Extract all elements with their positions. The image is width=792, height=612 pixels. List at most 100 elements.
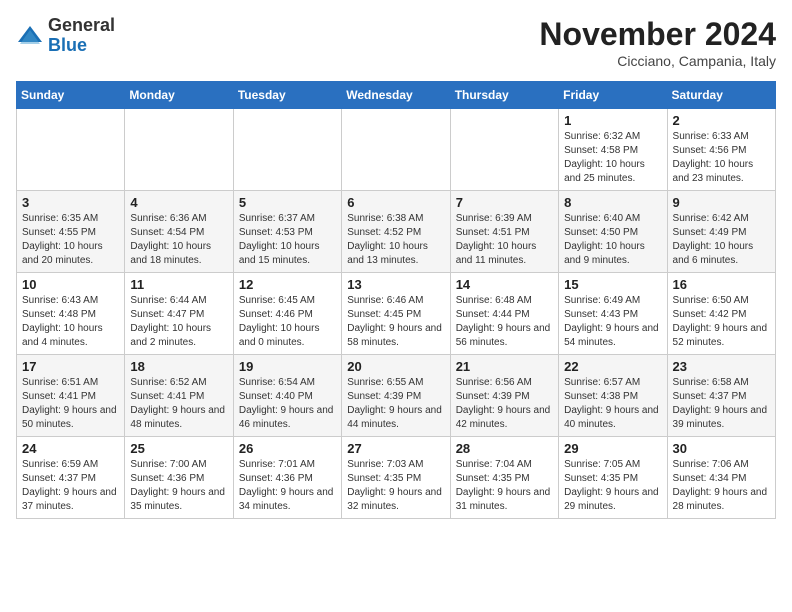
day-number: 18	[130, 359, 227, 374]
calendar-cell	[342, 109, 450, 191]
day-info: Sunrise: 6:54 AM Sunset: 4:40 PM Dayligh…	[239, 376, 336, 432]
calendar-cell: 25 Sunrise: 7:00 AM Sunset: 4:36 PM Dayli…	[125, 437, 233, 519]
day-info: Sunrise: 6:44 AM Sunset: 4:47 PM Dayligh…	[130, 294, 227, 350]
month-title: November 2024	[539, 16, 776, 53]
day-info: Sunrise: 6:58 AM Sunset: 4:37 PM Dayligh…	[673, 376, 770, 432]
calendar-cell: 26Sunrise: 7:01 AM Sunset: 4:36 PM Dayli…	[233, 437, 341, 519]
weekday-header-row: SundayMondayTuesdayWednesdayThursdayFrid…	[17, 82, 776, 109]
calendar-cell: 12 Sunrise: 6:45 AM Sunset: 4:46 PM Dayli…	[233, 273, 341, 355]
calendar-table: SundayMondayTuesdayWednesdayThursdayFrid…	[16, 81, 776, 519]
title-block: November 2024 Cicciano, Campania, Italy	[539, 16, 776, 69]
calendar-cell: 7Sunrise: 6:39 AM Sunset: 4:51 PM Daylig…	[450, 191, 558, 273]
calendar-cell: 16 Sunrise: 6:50 AM Sunset: 4:42 PM Dayli…	[667, 273, 775, 355]
day-info: Sunrise: 6:56 AM Sunset: 4:39 PM Dayligh…	[456, 376, 553, 432]
day-number: 26	[239, 441, 336, 456]
calendar-cell	[233, 109, 341, 191]
calendar-cell	[125, 109, 233, 191]
day-info: Sunrise: 6:46 AM Sunset: 4:45 PM Dayligh…	[347, 294, 444, 350]
day-number: 21	[456, 359, 553, 374]
calendar-cell: 19 Sunrise: 6:54 AM Sunset: 4:40 PM Dayli…	[233, 355, 341, 437]
calendar-week-row: 3Sunrise: 6:35 AM Sunset: 4:55 PM Daylig…	[17, 191, 776, 273]
day-number: 10	[22, 277, 119, 292]
weekday-header: Friday	[559, 82, 667, 109]
day-number: 25	[130, 441, 227, 456]
calendar-cell: 2 Sunrise: 6:33 AM Sunset: 4:56 PM Daylig…	[667, 109, 775, 191]
day-number: 22	[564, 359, 661, 374]
day-number: 27	[347, 441, 444, 456]
day-number: 28	[456, 441, 553, 456]
day-info: Sunrise: 6:55 AM Sunset: 4:39 PM Dayligh…	[347, 376, 444, 432]
day-number: 16	[673, 277, 770, 292]
calendar-cell: 5Sunrise: 6:37 AM Sunset: 4:53 PM Daylig…	[233, 191, 341, 273]
day-info: Sunrise: 6:32 AM Sunset: 4:58 PM Dayligh…	[564, 130, 661, 186]
day-info: Sunrise: 6:50 AM Sunset: 4:42 PM Dayligh…	[673, 294, 770, 350]
calendar-cell: 29 Sunrise: 7:05 AM Sunset: 4:35 PM Dayli…	[559, 437, 667, 519]
weekday-header: Saturday	[667, 82, 775, 109]
calendar-cell: 23Sunrise: 6:58 AM Sunset: 4:37 PM Dayli…	[667, 355, 775, 437]
day-info: Sunrise: 6:48 AM Sunset: 4:44 PM Dayligh…	[456, 294, 553, 350]
day-info: Sunrise: 6:33 AM Sunset: 4:56 PM Dayligh…	[673, 130, 770, 186]
calendar-week-row: 10 Sunrise: 6:43 AM Sunset: 4:48 PM Dayli…	[17, 273, 776, 355]
calendar-cell: 24Sunrise: 6:59 AM Sunset: 4:37 PM Dayli…	[17, 437, 125, 519]
day-info: Sunrise: 6:42 AM Sunset: 4:49 PM Dayligh…	[673, 212, 770, 268]
day-number: 29	[564, 441, 661, 456]
day-number: 8	[564, 195, 661, 210]
logo-general-text: General	[48, 15, 115, 35]
day-info: Sunrise: 6:43 AM Sunset: 4:48 PM Dayligh…	[22, 294, 119, 350]
day-number: 30	[673, 441, 770, 456]
calendar-cell: 13 Sunrise: 6:46 AM Sunset: 4:45 PM Dayli…	[342, 273, 450, 355]
calendar-cell: 18Sunrise: 6:52 AM Sunset: 4:41 PM Dayli…	[125, 355, 233, 437]
day-number: 5	[239, 195, 336, 210]
day-number: 17	[22, 359, 119, 374]
day-info: Sunrise: 6:39 AM Sunset: 4:51 PM Dayligh…	[456, 212, 553, 268]
weekday-header: Sunday	[17, 82, 125, 109]
day-info: Sunrise: 7:06 AM Sunset: 4:34 PM Dayligh…	[673, 458, 770, 514]
calendar-week-row: 1 Sunrise: 6:32 AM Sunset: 4:58 PM Daylig…	[17, 109, 776, 191]
calendar-cell	[450, 109, 558, 191]
calendar-cell: 20 Sunrise: 6:55 AM Sunset: 4:39 PM Dayli…	[342, 355, 450, 437]
calendar-cell: 10 Sunrise: 6:43 AM Sunset: 4:48 PM Dayli…	[17, 273, 125, 355]
day-number: 15	[564, 277, 661, 292]
calendar-cell: 3Sunrise: 6:35 AM Sunset: 4:55 PM Daylig…	[17, 191, 125, 273]
logo: General Blue	[16, 16, 115, 56]
day-number: 3	[22, 195, 119, 210]
calendar-cell: 27 Sunrise: 7:03 AM Sunset: 4:35 PM Dayli…	[342, 437, 450, 519]
day-number: 2	[673, 113, 770, 128]
day-info: Sunrise: 7:00 AM Sunset: 4:36 PM Dayligh…	[130, 458, 227, 514]
day-number: 20	[347, 359, 444, 374]
calendar-cell: 8 Sunrise: 6:40 AM Sunset: 4:50 PM Daylig…	[559, 191, 667, 273]
day-number: 14	[456, 277, 553, 292]
day-info: Sunrise: 6:51 AM Sunset: 4:41 PM Dayligh…	[22, 376, 119, 432]
day-number: 12	[239, 277, 336, 292]
day-number: 9	[673, 195, 770, 210]
day-info: Sunrise: 6:40 AM Sunset: 4:50 PM Dayligh…	[564, 212, 661, 268]
day-info: Sunrise: 6:57 AM Sunset: 4:38 PM Dayligh…	[564, 376, 661, 432]
day-info: Sunrise: 6:49 AM Sunset: 4:43 PM Dayligh…	[564, 294, 661, 350]
calendar-cell: 30 Sunrise: 7:06 AM Sunset: 4:34 PM Dayli…	[667, 437, 775, 519]
day-info: Sunrise: 7:05 AM Sunset: 4:35 PM Dayligh…	[564, 458, 661, 514]
day-number: 4	[130, 195, 227, 210]
day-info: Sunrise: 6:38 AM Sunset: 4:52 PM Dayligh…	[347, 212, 444, 268]
calendar-cell: 22 Sunrise: 6:57 AM Sunset: 4:38 PM Dayli…	[559, 355, 667, 437]
day-number: 13	[347, 277, 444, 292]
calendar-cell: 1 Sunrise: 6:32 AM Sunset: 4:58 PM Daylig…	[559, 109, 667, 191]
weekday-header: Wednesday	[342, 82, 450, 109]
weekday-header: Thursday	[450, 82, 558, 109]
logo-blue-text: Blue	[48, 35, 87, 55]
calendar-cell: 11 Sunrise: 6:44 AM Sunset: 4:47 PM Dayli…	[125, 273, 233, 355]
calendar-week-row: 17 Sunrise: 6:51 AM Sunset: 4:41 PM Dayli…	[17, 355, 776, 437]
calendar-cell: 21 Sunrise: 6:56 AM Sunset: 4:39 PM Dayli…	[450, 355, 558, 437]
calendar-cell: 6Sunrise: 6:38 AM Sunset: 4:52 PM Daylig…	[342, 191, 450, 273]
calendar-cell: 28 Sunrise: 7:04 AM Sunset: 4:35 PM Dayli…	[450, 437, 558, 519]
day-number: 24	[22, 441, 119, 456]
day-info: Sunrise: 7:04 AM Sunset: 4:35 PM Dayligh…	[456, 458, 553, 514]
day-number: 1	[564, 113, 661, 128]
day-number: 19	[239, 359, 336, 374]
day-info: Sunrise: 6:36 AM Sunset: 4:54 PM Dayligh…	[130, 212, 227, 268]
day-number: 11	[130, 277, 227, 292]
day-info: Sunrise: 6:45 AM Sunset: 4:46 PM Dayligh…	[239, 294, 336, 350]
weekday-header: Monday	[125, 82, 233, 109]
page-header: General Blue November 2024 Cicciano, Cam…	[16, 16, 776, 69]
calendar-cell: 9 Sunrise: 6:42 AM Sunset: 4:49 PM Daylig…	[667, 191, 775, 273]
day-info: Sunrise: 7:03 AM Sunset: 4:35 PM Dayligh…	[347, 458, 444, 514]
